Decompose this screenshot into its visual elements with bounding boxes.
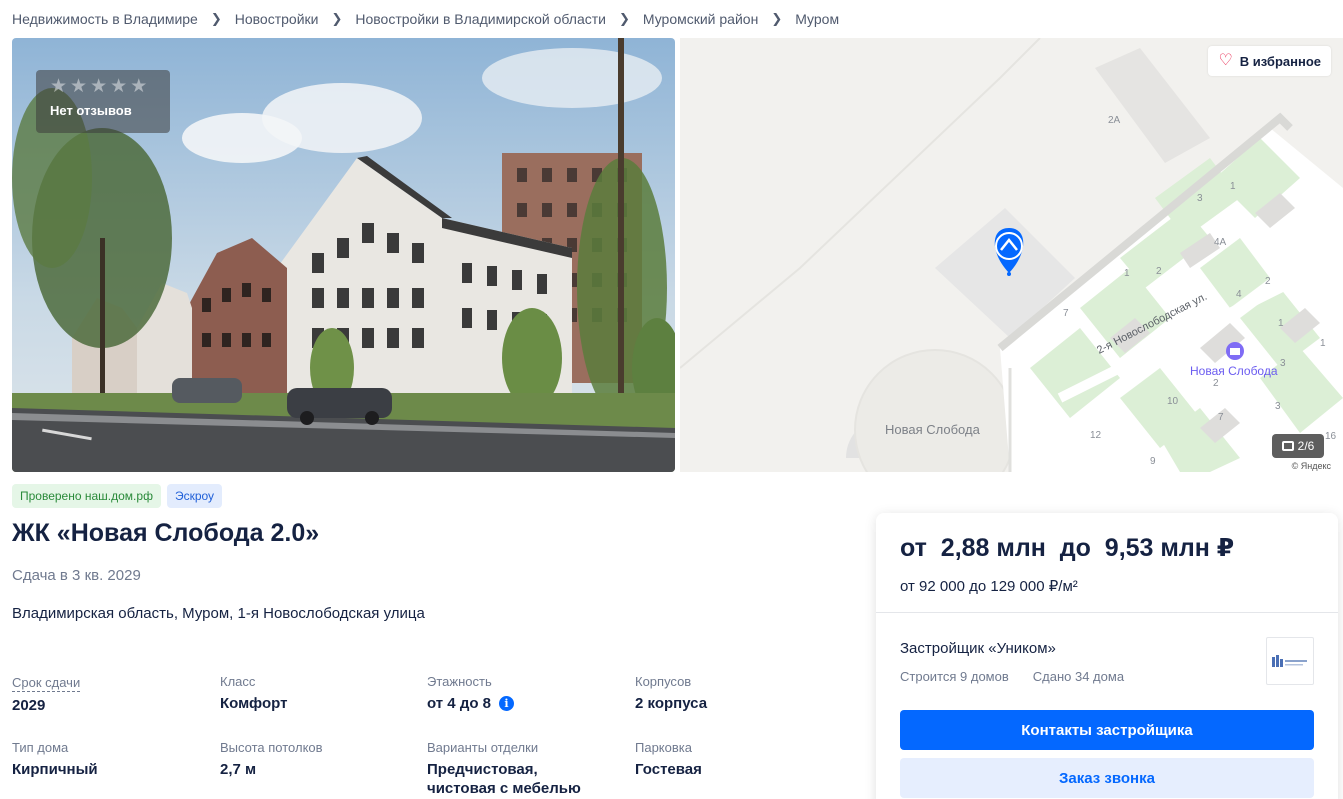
- param-ceiling: Высота потолков 2,7 м: [220, 740, 420, 779]
- map-house-number: 2: [1156, 266, 1162, 277]
- developer-building-count: Строится 9 домов: [900, 669, 1009, 684]
- param-class: Класс Комфорт: [220, 674, 420, 713]
- developer-done-count: Сдано 34 дома: [1032, 669, 1125, 684]
- star-icon: ★: [70, 76, 88, 97]
- chevron-right-icon: ❯: [771, 11, 783, 26]
- breadcrumb: Недвижимость в Владимире ❯ Новостройки ❯…: [12, 11, 839, 27]
- breadcrumb-item[interactable]: Новостройки: [235, 11, 319, 27]
- map-house-number: 2: [1213, 378, 1219, 389]
- param-value: от 4 до 8: [427, 695, 492, 712]
- param-label: Тип дома: [12, 740, 69, 755]
- param-label: Корпусов: [635, 674, 692, 689]
- star-icon: ★: [50, 76, 68, 97]
- add-to-favorites-button[interactable]: ♡ В избранное: [1208, 46, 1331, 76]
- map-house-number: 3: [1280, 358, 1286, 369]
- price-range: от 2,88 млн до 9,53 млн ₽: [900, 534, 1235, 562]
- map-house-number: 12: [1090, 430, 1102, 441]
- param-value: Гостевая: [635, 761, 702, 778]
- param-finishing: Варианты отделки Предчистовая, чистовая …: [427, 740, 587, 798]
- map-house-number: 3: [1275, 401, 1281, 412]
- star-icon: ★: [110, 76, 128, 97]
- developer-contacts-button[interactable]: Контакты застройщика: [900, 710, 1314, 750]
- breadcrumb-item[interactable]: Муромский район: [643, 11, 758, 27]
- param-value: Предчистовая, чистовая с мебелью: [427, 761, 581, 797]
- favorites-label: В избранное: [1239, 53, 1321, 69]
- map-copyright: © Яндекс: [1291, 461, 1331, 471]
- param-house-type: Тип дома Кирпичный: [12, 740, 212, 779]
- location-map[interactable]: 2А 1 3 4А 2 1 2 4 7 1 3 2 12 10 7 9 3 1 …: [680, 38, 1343, 472]
- map-house-number: 1: [1320, 338, 1326, 349]
- gallery-counter[interactable]: 2/6: [1272, 434, 1324, 458]
- developer-stats: Строится 9 домов Сдано 34 дома: [900, 669, 1124, 684]
- param-buildings: Корпусов 2 корпуса: [635, 674, 835, 713]
- address[interactable]: Владимирская область, Муром, 1-я Новосло…: [12, 605, 425, 622]
- map-poi-label[interactable]: Новая Слобода: [1190, 364, 1278, 378]
- map-area-label: Новая Слобода: [885, 422, 980, 437]
- rating-stars: ★ ★ ★ ★ ★: [50, 77, 156, 97]
- tag-list: Проверено наш.дом.рф Эскроу: [12, 484, 223, 508]
- param-deadline: Срок сдачи 2029: [12, 674, 212, 715]
- developer-logo[interactable]: [1266, 637, 1314, 685]
- param-value: 2029: [12, 697, 46, 714]
- param-label: Высота потолков: [220, 740, 323, 755]
- map-house-number: 9: [1150, 456, 1156, 467]
- star-icon: ★: [90, 76, 108, 97]
- map-house-number: 7: [1218, 412, 1224, 423]
- breadcrumb-item[interactable]: Муром: [795, 11, 839, 27]
- map-house-number: 16: [1325, 431, 1337, 442]
- map-house-number: 1: [1278, 318, 1284, 329]
- map-house-number: 2А: [1108, 115, 1121, 126]
- chevron-right-icon: ❯: [331, 11, 343, 26]
- breadcrumb-item[interactable]: Новостройки в Владимирской области: [355, 11, 606, 27]
- param-parking: Парковка Гостевая: [635, 740, 835, 779]
- price-card: от 2,88 млн до 9,53 млн ₽ от 92 000 до 1…: [876, 513, 1338, 799]
- param-label: Класс: [220, 674, 256, 689]
- gallery-counter-text: 2/6: [1297, 439, 1315, 453]
- developer-name[interactable]: Застройщик «Уником»: [900, 640, 1056, 657]
- param-value-row: от 4 до 8 i: [427, 694, 627, 713]
- map-house-number: 4: [1236, 289, 1242, 300]
- map-house-number: 1: [1230, 181, 1236, 192]
- param-value: 2,7 м: [220, 761, 257, 778]
- heart-icon: ♡: [1218, 52, 1233, 69]
- info-icon[interactable]: i: [499, 696, 515, 711]
- escrow-tag[interactable]: Эскроу: [166, 484, 223, 508]
- param-value: 2 корпуса: [635, 695, 708, 712]
- map-house-number: 3: [1197, 193, 1203, 204]
- request-callback-button[interactable]: Заказ звонка: [900, 758, 1314, 798]
- map-house-number: 2: [1265, 276, 1271, 287]
- complex-photo[interactable]: ★ ★ ★ ★ ★ Нет отзывов: [12, 38, 675, 472]
- param-label: Парковка: [635, 740, 692, 755]
- param-value: Кирпичный: [12, 761, 98, 778]
- divider: [876, 612, 1338, 613]
- rating-badge[interactable]: ★ ★ ★ ★ ★ Нет отзывов: [36, 70, 170, 133]
- param-value: Комфорт: [220, 695, 288, 712]
- price-per-sqm: от 92 000 до 129 000 ₽/м²: [900, 578, 1078, 595]
- verified-tag[interactable]: Проверено наш.дом.рф: [12, 484, 161, 508]
- page-title: ЖК «Новая Слобода 2.0»: [12, 519, 320, 547]
- param-floors: Этажность от 4 до 8 i: [427, 674, 627, 713]
- param-label[interactable]: Срок сдачи: [12, 675, 81, 692]
- param-label: Этажность: [427, 674, 492, 689]
- map-canvas: [680, 38, 1343, 472]
- map-house-number: 1: [1124, 268, 1130, 279]
- star-icon: ★: [130, 76, 148, 97]
- rating-text: Нет отзывов: [50, 103, 132, 118]
- breadcrumb-item[interactable]: Недвижимость в Владимире: [12, 11, 198, 27]
- map-house-number: 10: [1167, 396, 1179, 407]
- camera-icon: [1281, 441, 1294, 451]
- chevron-right-icon: ❯: [210, 11, 222, 26]
- map-house-number: 4А: [1214, 237, 1227, 248]
- map-house-number: 7: [1063, 308, 1069, 319]
- chevron-right-icon: ❯: [618, 11, 630, 26]
- param-label: Варианты отделки: [427, 740, 539, 755]
- completion-date: Сдача в 3 кв. 2029: [12, 567, 141, 584]
